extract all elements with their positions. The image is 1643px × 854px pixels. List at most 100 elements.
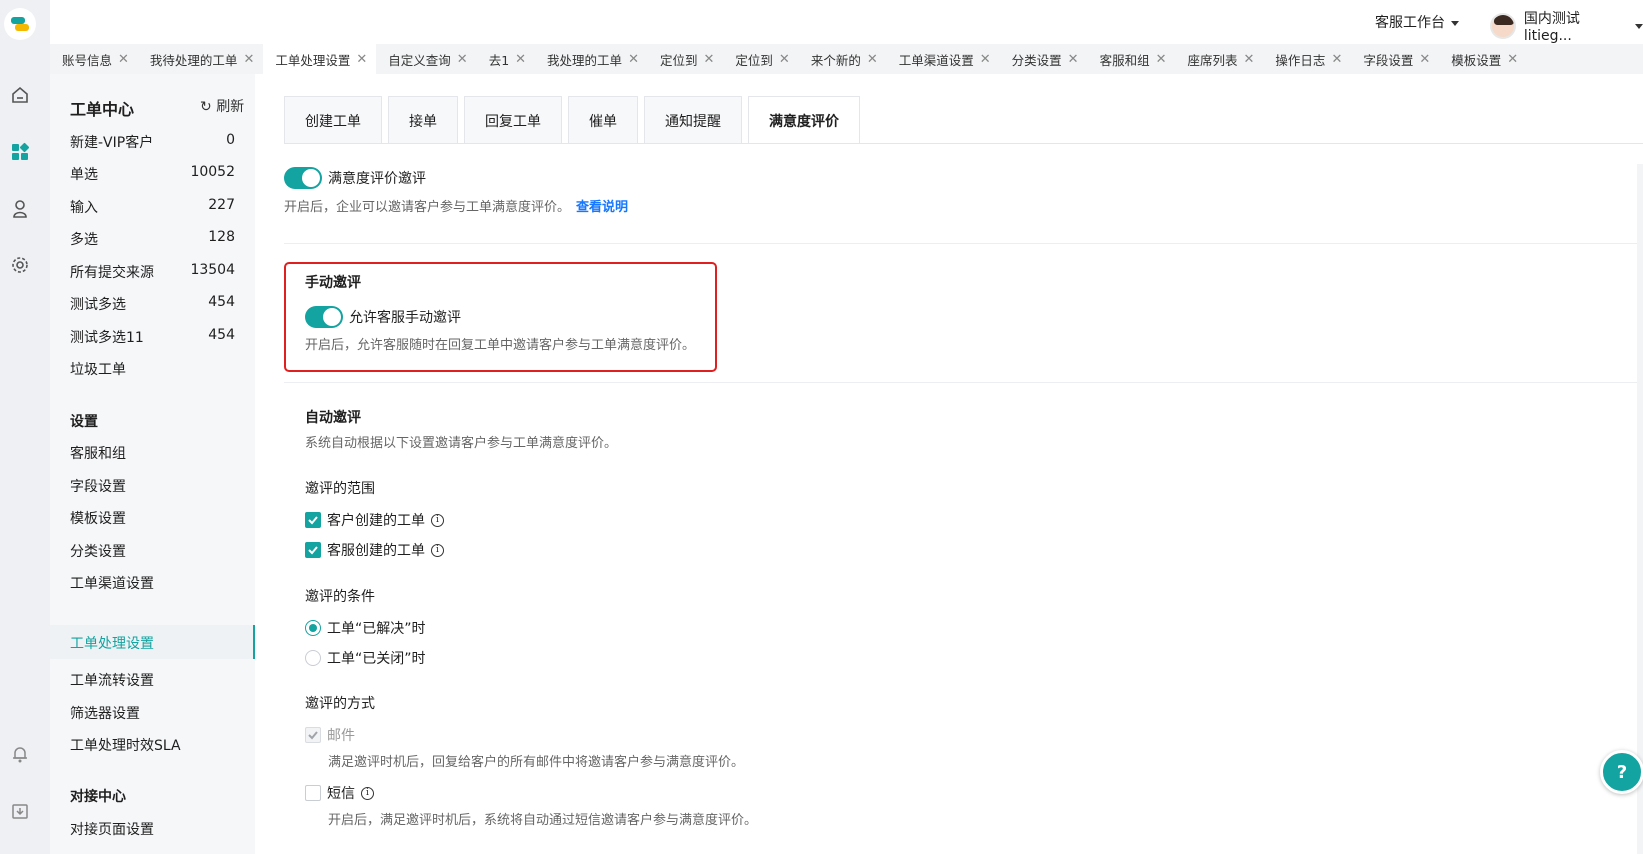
checkbox-checked[interactable] — [305, 512, 321, 528]
close-icon[interactable]: ✕ — [867, 52, 878, 67]
close-icon[interactable]: ✕ — [628, 52, 639, 67]
tab-label: 定位到 — [735, 52, 773, 68]
scope-option[interactable]: 客服创建的工单 i — [305, 540, 444, 560]
page-tab[interactable]: 我处理的工单 ✕ — [535, 44, 648, 74]
nav-view-item[interactable]: 多选 128 — [70, 229, 235, 249]
close-icon[interactable]: ✕ — [779, 52, 790, 67]
auto-title: 自动邀评 — [305, 410, 361, 426]
close-icon[interactable]: ✕ — [1507, 52, 1518, 67]
subtab-notify[interactable]: 通知提醒 — [644, 96, 742, 144]
page-tab[interactable]: 操作日志 ✕ — [1263, 44, 1351, 74]
condition-option[interactable]: 工单“已解决”时 — [305, 618, 426, 638]
close-icon[interactable]: ✕ — [515, 52, 526, 67]
download-icon[interactable] — [9, 800, 31, 822]
nav-scrollbar[interactable] — [257, 74, 262, 854]
close-icon[interactable]: ✕ — [356, 52, 367, 67]
close-icon[interactable]: ✕ — [243, 52, 254, 67]
page-tab[interactable]: 分类设置 ✕ — [1000, 44, 1088, 74]
page-tab[interactable]: 客服和组 ✕ — [1088, 44, 1176, 74]
close-icon[interactable]: ✕ — [118, 52, 129, 67]
nav-settings-item[interactable]: 工单渠道设置 — [70, 573, 235, 593]
page-tab[interactable]: 字段设置 ✕ — [1351, 44, 1439, 74]
nav-settings-item-active[interactable]: 工单处理设置 — [70, 633, 235, 653]
nav-settings-item[interactable]: 工单处理时效SLA — [70, 735, 235, 755]
email-option: 邮件 — [305, 725, 355, 745]
nav-settings-item[interactable]: 字段设置 — [70, 476, 235, 496]
app-logo[interactable] — [4, 8, 36, 40]
home-icon[interactable] — [9, 84, 31, 106]
customer-icon[interactable] — [9, 198, 31, 220]
page-tab[interactable]: 自定义查询 ✕ — [376, 44, 476, 74]
page-tab[interactable]: 账号信息 ✕ — [50, 44, 138, 74]
close-icon[interactable]: ✕ — [1419, 52, 1430, 67]
close-icon[interactable]: ✕ — [1068, 52, 1079, 67]
condition-title-row: 邀评的条件 — [305, 586, 375, 606]
icon-rail — [0, 0, 50, 854]
nav-settings-item[interactable]: 模板设置 — [70, 508, 235, 528]
nav-view-item[interactable]: 输入 227 — [70, 197, 235, 217]
close-icon[interactable]: ✕ — [980, 52, 991, 67]
nav-view-item[interactable]: 新建-VIP客户 0 — [70, 132, 235, 152]
view-label: 单选 — [70, 167, 98, 183]
condition-option-label: 工单“已关闭”时 — [327, 651, 426, 667]
page-tab[interactable]: 模板设置 ✕ — [1439, 44, 1527, 74]
page-tab[interactable]: 工单渠道设置 ✕ — [887, 44, 1000, 74]
section-divider — [284, 243, 1643, 244]
page-tab[interactable]: 定位到 ✕ — [723, 44, 798, 74]
bell-icon[interactable] — [9, 743, 31, 765]
nav-title: 工单中心 — [70, 100, 135, 119]
nav-view-item[interactable]: 测试多选 454 — [70, 294, 235, 314]
nav-view-item[interactable]: 所有提交来源 13504 — [70, 262, 235, 282]
close-icon[interactable]: ✕ — [457, 52, 468, 67]
workspace-switcher[interactable]: 客服工作台 — [1375, 12, 1459, 32]
manual-toggle[interactable] — [305, 306, 343, 328]
nav-view-item[interactable]: 垃圾工单 — [70, 359, 235, 379]
method-title: 邀评的方式 — [305, 696, 375, 712]
subtab-urge[interactable]: 催单 — [568, 96, 638, 144]
nav-settings-item[interactable]: 工单流转设置 — [70, 670, 235, 690]
nav-view-item[interactable]: 单选 10052 — [70, 164, 235, 184]
sms-label: 短信 — [327, 786, 355, 802]
nav-view-item[interactable]: 测试多选11 454 — [70, 327, 235, 347]
page-tab[interactable]: 我待处理的工单 ✕ — [138, 44, 263, 74]
user-menu[interactable]: 国内测试litieg... — [1490, 8, 1643, 44]
page-tab[interactable]: 座席列表 ✕ — [1176, 44, 1264, 74]
page-tab[interactable]: 去1 ✕ — [477, 44, 535, 74]
settings-section-title: 设置 — [70, 414, 98, 430]
subtab-reply[interactable]: 回复工单 — [464, 96, 562, 144]
nav-integration-item[interactable]: 对接页面设置 — [70, 819, 235, 839]
close-icon[interactable]: ✕ — [1156, 52, 1167, 67]
info-icon[interactable]: i — [431, 513, 444, 527]
help-link[interactable]: 查看说明 — [576, 196, 628, 215]
apps-icon[interactable] — [9, 141, 31, 163]
condition-option[interactable]: 工单“已关闭”时 — [305, 648, 426, 668]
page-tab[interactable]: 定位到 ✕ — [648, 44, 723, 74]
help-chat-button[interactable]: ? — [1600, 750, 1643, 794]
close-icon[interactable]: ✕ — [703, 52, 714, 67]
refresh-button[interactable]: ↻ 刷新 — [200, 96, 244, 116]
page-tab[interactable]: 来个新的 ✕ — [799, 44, 887, 74]
radio-unselected[interactable] — [305, 650, 321, 666]
checkbox-checked[interactable] — [305, 542, 321, 558]
subtab-create[interactable]: 创建工单 — [284, 96, 382, 144]
settings-label: 字段设置 — [70, 479, 126, 495]
checkbox-unchecked[interactable] — [305, 785, 321, 801]
scope-option[interactable]: 客户创建的工单 i — [305, 510, 444, 530]
satisfaction-toggle[interactable] — [284, 167, 322, 189]
subtab-accept[interactable]: 接单 — [388, 96, 458, 144]
close-icon[interactable]: ✕ — [1244, 52, 1255, 67]
sms-option[interactable]: 短信 i — [305, 783, 374, 803]
tab-label: 自定义查询 — [388, 52, 451, 68]
info-icon[interactable]: i — [361, 786, 374, 800]
view-label: 垃圾工单 — [70, 362, 126, 378]
settings-gear-icon[interactable] — [9, 254, 31, 276]
nav-settings-item[interactable]: 客服和组 — [70, 443, 235, 463]
close-icon[interactable]: ✕ — [1331, 52, 1342, 67]
main-scrollbar[interactable] — [1637, 164, 1643, 854]
info-icon[interactable]: i — [431, 543, 444, 557]
page-tab-active[interactable]: 工单处理设置 ✕ — [263, 44, 377, 74]
radio-selected[interactable] — [305, 620, 321, 636]
subtab-satisfaction[interactable]: 满意度评价 — [748, 96, 860, 144]
nav-settings-item[interactable]: 分类设置 — [70, 541, 235, 561]
nav-settings-item[interactable]: 筛选器设置 — [70, 703, 235, 723]
